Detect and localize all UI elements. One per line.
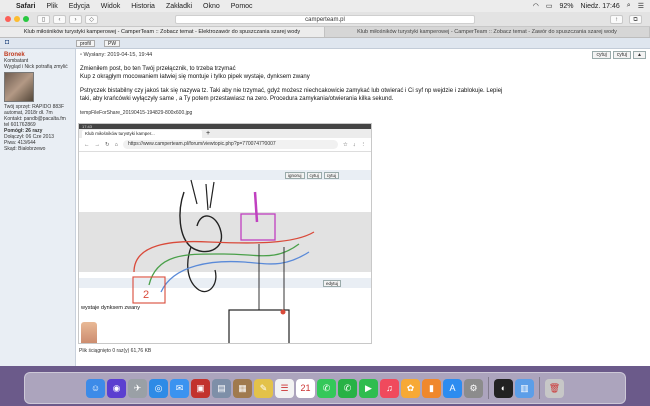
user-status: Wygląd i Nick potrafią zmylić [4,64,68,70]
profile-button[interactable]: profil [76,40,95,47]
post-line: Pstryczek bistabilny czy jakoś tak się n… [80,88,503,94]
forum-page: ◘ profil PW Bronek Kombatant Wygląd i Ni… [0,38,650,366]
calendar-icon[interactable]: 21 [296,378,315,398]
menu-edycja[interactable]: Edycja [69,3,90,10]
user-info-column: Bronek Kombatant Wygląd i Nick potrafią … [0,49,76,366]
launchpad-icon[interactable]: ✈ [128,378,147,398]
star-icon: ☆ [342,141,348,148]
sidebar-icon[interactable]: ▯ [37,14,50,24]
hand-sketch: 2 [132,179,315,343]
plus-icon: + [206,130,211,137]
clock[interactable]: Niedz. 17:46 [580,3,619,10]
phone-clock: 17:43 [82,124,93,129]
avatar [4,72,34,102]
post-meta: ▫ Wysłany: 2019-04-15, 19:44 cytuj cytuj… [80,51,646,60]
photos-icon[interactable]: ✿ [401,378,420,398]
post-line: taki, aby krańcówki wyłączyły same , a T… [80,95,394,102]
search-icon[interactable]: ⌕ [627,2,631,10]
mail-icon[interactable]: ✉ [170,378,189,398]
post-line: Zmieniłem post, bo ten Twój przełącznik,… [80,66,236,72]
finder-icon[interactable]: ☺ [86,378,105,398]
attachment-image[interactable]: 17:43 Klub miłośników turystyki kamper..… [78,123,372,344]
battery-icon[interactable]: ▭ [546,2,553,10]
shield-icon[interactable]: ◇ [85,14,98,24]
address-bar[interactable]: camperteam.pl [175,15,475,24]
app-store-icon[interactable]: A [443,378,462,398]
messages-icon[interactable]: ✆ [317,378,336,398]
forward-icon[interactable]: › [69,14,82,24]
svg-text:2: 2 [143,289,149,301]
quote-button[interactable]: cytuj [612,51,632,59]
screenshot-icon[interactable]: ◐ [494,378,513,398]
tab-zawor[interactable]: Klub miłośników turystyki kamperowej - C… [325,27,650,37]
system-preferences-icon[interactable]: ⚙ [464,378,483,398]
menu-bar: Safari Plik Edycja Widok Historia Zakład… [0,0,650,12]
safari-icon[interactable]: ◎ [149,378,168,398]
menu-okno[interactable]: Okno [203,3,220,10]
user-details: Twój sprzęt: RAPIDO 883F automat, 2018r … [4,104,71,152]
menu-pomoc[interactable]: Pomoc [231,3,253,10]
share-icon[interactable]: ↑ [610,15,623,24]
attachment-name[interactable]: tempFileForShare_20190415-194829-800x600… [80,110,646,116]
browser-toolbar: ▯ ‹ › ◇ camperteam.pl ↑ ⧉ [0,12,650,27]
menu-plik[interactable]: Plik [46,3,57,10]
tab-elektrozawor[interactable]: Klub miłośników turystyki kamperowej - C… [0,27,325,37]
download-icon: ↓ [352,141,356,148]
user-from: Skąd: Białobrzewo [4,146,46,152]
siri-icon[interactable]: ◉ [107,378,126,398]
expand-icon[interactable]: ◘ [5,39,9,46]
trash-icon[interactable]: 🗑 [545,378,564,398]
pm-button[interactable]: PW [104,40,121,47]
notes-icon[interactable]: ✎ [254,378,273,398]
post: ▫ Wysłany: 2019-04-15, 19:44 cytuj cytuj… [80,51,646,116]
reload-icon: ↻ [105,141,110,148]
facetime-icon[interactable]: ▶ [359,378,378,398]
post-toolbar: ◘ profil PW [0,38,650,49]
reminders-icon[interactable]: ☰ [275,378,294,398]
back-arrow-icon: ← [84,141,90,148]
close-window-button[interactable] [5,16,11,22]
post-icon: ▫ [80,52,82,58]
download-count: Plik ściągnięto 0 raz(y) 61,76 KB [79,348,152,354]
music-icon[interactable]: ♫ [380,378,399,398]
books-icon[interactable]: ▮ [422,378,441,398]
menu-widok[interactable]: Widok [101,3,120,10]
wifi-icon[interactable]: ◠ [533,2,539,10]
downloads-icon[interactable]: ▥ [515,378,534,398]
home-icon: ⌂ [114,141,118,148]
photo-booth-icon[interactable]: ▣ [191,378,210,398]
whatsapp-icon[interactable]: ✆ [338,378,357,398]
top-button[interactable]: ▲ [633,51,646,59]
phone-caption: wystaje dynksem zwany [81,305,140,311]
zoom-window-button[interactable] [23,16,29,22]
post-line: Kup z okrągłym mocowaniem łatwiej się mo… [80,73,310,80]
dock-separator [539,377,540,399]
reply-button[interactable]: cytuj [592,51,611,59]
forward-arrow-icon: → [94,141,101,148]
preview-icon[interactable]: ▤ [212,378,231,398]
back-icon[interactable]: ‹ [53,14,66,24]
menu-dots-icon: ⋮ [360,141,367,148]
phone-url: https://www.camperteam.pl/forum/viewtopi… [122,140,338,149]
phone-tab: Klub miłośników turystyki kamper... [82,130,202,138]
tab-bar: Klub miłośników turystyki kamperowej - C… [0,27,650,38]
phone-avatar [81,322,97,343]
menu-historia[interactable]: Historia [131,3,155,10]
dock-separator [488,377,489,399]
control-center-icon[interactable]: ☰ [638,2,644,10]
phone-tab-bar: Klub miłośników turystyki kamper... + [79,129,371,138]
tabs-overview-icon[interactable]: ⧉ [629,15,642,24]
dock: ☺ ◉ ✈ ◎ ✉ ▣ ▤ ▦ ✎ ☰ 21 ✆ ✆ ▶ ♫ ✿ ▮ A ⚙ ◐ ▥ 🗑 [24,372,626,404]
contacts-icon[interactable]: ▦ [233,378,252,398]
battery-percent: 92% [559,2,574,10]
post-date: Wysłany: 2019-04-15, 19:44 [83,52,153,58]
phone-page: ignoruj cytuj cytuj edytuj 2 wystaje dyn… [79,152,371,343]
phone-url-bar: ← → ↻ ⌂ https://www.camperteam.pl/forum/… [79,138,371,152]
menu-app[interactable]: Safari [16,3,35,10]
minimize-window-button[interactable] [14,16,20,22]
menu-zakladki[interactable]: Zakładki [166,3,192,10]
